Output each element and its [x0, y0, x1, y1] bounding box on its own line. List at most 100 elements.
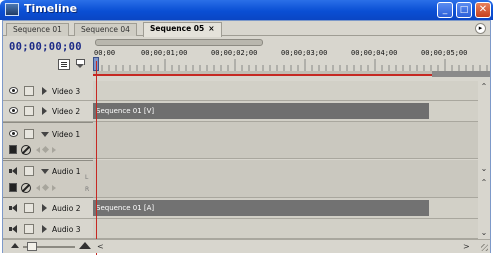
next-keyframe-icon[interactable] — [52, 147, 56, 153]
track-audio-3: Audio 3 — [3, 219, 478, 239]
tab-sequence-04[interactable]: Sequence 04 — [74, 23, 137, 36]
tab-close-icon[interactable]: × — [208, 24, 214, 33]
tab-label: Sequence 01 — [13, 25, 62, 34]
tab-label: Sequence 04 — [81, 25, 130, 34]
track-audio-2: Audio 2 Sequence 01 [A] — [3, 198, 478, 219]
eye-icon[interactable] — [9, 87, 18, 94]
track-area[interactable]: Sequence 01 [V] — [93, 101, 478, 122]
audio-clip[interactable]: Sequence 01 [A] — [93, 200, 429, 216]
track-video-1: Video 1 — [3, 122, 478, 159]
scroll-down-icon[interactable]: ⌄ — [480, 229, 488, 237]
collapse-triangle-icon[interactable] — [41, 132, 49, 137]
ruler-ticks — [94, 59, 488, 71]
right-channel-label: R — [85, 186, 90, 193]
resize-grip-icon[interactable] — [481, 244, 488, 251]
track-area[interactable] — [93, 160, 478, 198]
expand-triangle-icon[interactable] — [42, 204, 47, 212]
ruler-time-label: 00;00;02;00 — [211, 49, 258, 57]
ruler-time-label: 00;00 — [94, 49, 116, 57]
track-audio-1: Audio 1 L R — [3, 160, 478, 198]
track-area[interactable] — [93, 219, 478, 239]
zoom-slider-knob[interactable] — [27, 242, 37, 251]
work-area-end — [432, 71, 490, 77]
track-name: Audio 3 — [52, 225, 81, 234]
work-area-bar[interactable] — [93, 71, 432, 76]
track-header: Video 1 — [3, 122, 93, 159]
track-name: Audio 1 — [52, 167, 81, 176]
viewing-area-bar[interactable] — [95, 39, 263, 46]
minimize-button[interactable]: _ — [437, 2, 453, 18]
zoom-in-icon[interactable] — [79, 242, 91, 249]
scroll-left-icon[interactable]: < — [97, 242, 104, 252]
eye-icon[interactable] — [9, 107, 18, 114]
vertical-scrollbar[interactable]: ⌃ ⌄ ⌃ ⌄ — [478, 81, 490, 251]
time-ruler[interactable]: 00;00 00;00;01;00 00;00;02;00 00;00;03;0… — [93, 37, 490, 81]
snap-icon[interactable] — [58, 59, 70, 70]
timeline-panel: Sequence 01 Sequence 04 Sequence 05 × ▸ 0… — [2, 20, 491, 255]
horizontal-scrollbar[interactable]: < > — [97, 242, 477, 252]
lock-toggle[interactable] — [24, 86, 34, 96]
scroll-up-icon[interactable]: ⌃ — [480, 83, 488, 91]
sequence-tabbar: Sequence 01 Sequence 04 Sequence 05 × ▸ — [3, 21, 490, 37]
track-header: Video 2 — [3, 101, 93, 122]
zoom-out-icon[interactable] — [11, 243, 19, 248]
speaker-icon[interactable] — [9, 225, 18, 233]
window-title: Timeline — [24, 2, 78, 15]
timeline-app-icon — [5, 3, 19, 16]
lock-toggle[interactable] — [24, 203, 34, 213]
lock-toggle[interactable] — [24, 129, 34, 139]
window-titlebar: Timeline _ □ ✕ — [0, 0, 493, 20]
track-header: Audio 1 L R — [3, 160, 93, 198]
add-keyframe-icon[interactable] — [41, 145, 50, 154]
display-style-icon[interactable] — [9, 145, 17, 154]
track-header: Audio 2 — [3, 198, 93, 219]
track-name: Video 1 — [52, 130, 81, 139]
scroll-up-icon[interactable]: ⌃ — [480, 179, 488, 187]
track-area[interactable] — [93, 122, 478, 159]
lock-toggle[interactable] — [24, 166, 34, 176]
track-list: Video 3 Video 2 Sequence 01 [V] Video 1 — [3, 81, 478, 239]
ruler-time-label: 00;00;05;00 — [421, 49, 468, 57]
ruler-time-label: 00;00;01;00 — [141, 49, 188, 57]
maximize-button[interactable]: □ — [456, 2, 472, 18]
left-channel-label: L — [85, 174, 89, 181]
track-video-2: Video 2 Sequence 01 [V] — [3, 101, 478, 122]
show-keyframes-icon[interactable] — [21, 145, 31, 155]
tab-sequence-05[interactable]: Sequence 05 × — [143, 22, 222, 37]
lock-toggle[interactable] — [24, 224, 34, 234]
track-name: Video 3 — [52, 87, 81, 96]
tab-sequence-01[interactable]: Sequence 01 — [6, 23, 69, 36]
ruler-time-label: 00;00;04;00 — [351, 49, 398, 57]
collapse-triangle-icon[interactable] — [41, 169, 49, 174]
close-button[interactable]: ✕ — [475, 2, 491, 18]
prev-keyframe-icon[interactable] — [36, 147, 40, 153]
track-header: Video 3 — [3, 81, 93, 101]
current-timecode[interactable]: 00;00;00;00 — [9, 41, 82, 53]
expand-triangle-icon[interactable] — [42, 225, 47, 233]
track-name: Video 2 — [52, 107, 81, 116]
track-area[interactable] — [93, 81, 478, 101]
track-video-3: Video 3 — [3, 81, 478, 101]
playhead-line[interactable] — [96, 61, 97, 255]
video-clip[interactable]: Sequence 01 [V] — [93, 103, 429, 119]
expand-triangle-icon[interactable] — [42, 107, 47, 115]
expand-triangle-icon[interactable] — [42, 87, 47, 95]
ruler-time-label: 00;00;03;00 — [281, 49, 328, 57]
eye-icon[interactable] — [9, 130, 18, 137]
panel-menu-button[interactable]: ▸ — [475, 23, 486, 34]
speaker-icon[interactable] — [9, 204, 18, 212]
display-style-icon[interactable] — [9, 183, 17, 192]
tab-label: Sequence 05 — [150, 24, 205, 33]
lock-toggle[interactable] — [24, 106, 34, 116]
prev-keyframe-icon[interactable] — [36, 185, 40, 191]
next-keyframe-icon[interactable] — [52, 185, 56, 191]
track-area[interactable]: Sequence 01 [A] — [93, 198, 478, 219]
set-marker-icon[interactable] — [76, 59, 85, 69]
show-keyframes-icon[interactable] — [21, 183, 31, 193]
speaker-icon[interactable] — [9, 167, 18, 175]
add-keyframe-icon[interactable] — [41, 183, 50, 192]
track-name: Audio 2 — [52, 204, 81, 213]
scroll-down-icon[interactable]: ⌄ — [480, 165, 488, 173]
timeline-bottom-bar: < > — [3, 239, 490, 253]
scroll-right-icon[interactable]: > — [463, 242, 470, 252]
